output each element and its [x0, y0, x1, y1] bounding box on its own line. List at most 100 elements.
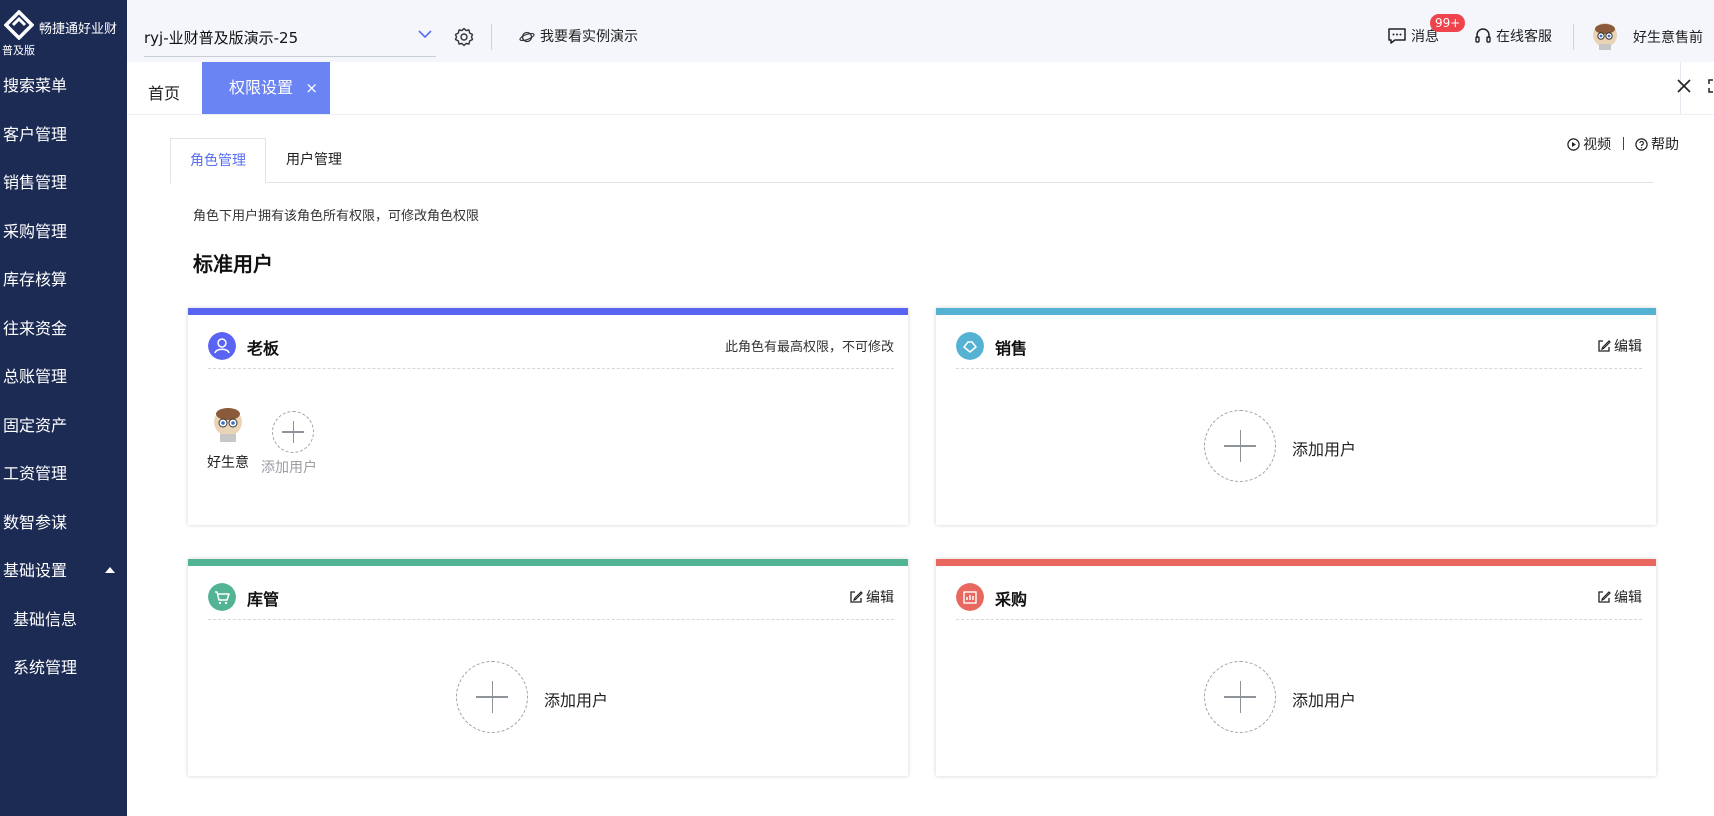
cart-role-icon	[208, 583, 236, 611]
add-user-label: 添加用户	[261, 460, 317, 476]
sales-role-icon	[956, 332, 984, 360]
video-link[interactable]: 视频	[1567, 137, 1615, 153]
role-note: 此角色有最高权限，不可修改	[724, 340, 894, 355]
role-description: 角色下用户拥有该角色所有权限，可修改角色权限	[193, 209, 480, 224]
online-service-button[interactable]: 在线客服	[1474, 26, 1552, 46]
sidebar-item-purchase[interactable]: 采购管理	[0, 212, 127, 261]
chart-role-icon	[956, 583, 984, 611]
divider	[1622, 137, 1624, 150]
demo-link[interactable]: 我要看实例演示	[519, 26, 638, 46]
gear-icon[interactable]	[454, 27, 474, 47]
sidebar-item-funds[interactable]: 往来资金	[0, 309, 127, 358]
video-label: 视频	[1583, 137, 1612, 153]
sidebar-subitem-system-management[interactable]: 系统管理	[0, 648, 127, 697]
sidebar-item-label: 库存核算	[3, 270, 68, 289]
role-name: 销售	[995, 339, 1028, 358]
sidebar-item-label: 系统管理	[13, 658, 78, 677]
add-user-label: 添加用户	[1292, 440, 1357, 459]
plus-icon	[272, 411, 314, 453]
edit-label: 编辑	[1614, 339, 1642, 355]
divider	[1573, 24, 1574, 50]
tab-close-icon[interactable]: ×	[305, 62, 318, 114]
question-circle-icon	[1635, 138, 1648, 151]
sidebar-item-customer[interactable]: 客户管理	[0, 115, 127, 164]
edit-role-button[interactable]: 编辑	[849, 587, 894, 607]
help-label: 帮助	[1651, 137, 1679, 153]
sidebar-item-basic-settings[interactable]: 基础设置	[0, 551, 127, 600]
chevron-up-icon	[105, 567, 115, 573]
subtab-bar: 角色管理 用户管理	[170, 138, 1654, 184]
sidebar-item-inventory[interactable]: 库存核算	[0, 260, 127, 309]
add-user-button[interactable]: 添加用户	[261, 411, 317, 477]
sidebar-item-label: 固定资产	[3, 415, 68, 435]
edit-icon	[850, 591, 863, 603]
section-title: 标准用户	[193, 252, 273, 276]
chevron-down-icon[interactable]	[418, 29, 432, 39]
sidebar-item-label: 往来资金	[3, 318, 68, 338]
role-card-warehouse: 库管 编辑 添加用户	[188, 559, 908, 776]
tab-role-management[interactable]: 角色管理	[170, 138, 266, 184]
sidebar-item-sales[interactable]: 销售管理	[0, 163, 127, 212]
tab-label: 权限设置	[229, 78, 294, 97]
sidebar-item-label: 基础设置	[3, 561, 68, 580]
sidebar-item-search-menu[interactable]: 搜索菜单	[0, 66, 127, 115]
online-service-label: 在线客服	[1496, 29, 1552, 45]
messages-button[interactable]: 消息	[1387, 26, 1439, 46]
company-selector[interactable]: ryj-业财普及版演示-25	[144, 20, 436, 57]
user-avatar[interactable]	[1591, 22, 1619, 50]
headset-icon	[1475, 28, 1491, 43]
sidebar: 畅捷通好业财 普及版 搜索菜单 客户管理 销售管理 采购管理 库存核算 往来资金…	[0, 0, 127, 816]
sidebar-item-label: 基础信息	[13, 609, 78, 629]
sidebar-item-label: 搜索菜单	[3, 76, 68, 95]
edit-icon	[1598, 591, 1611, 603]
user-name[interactable]: 好生意售前	[1633, 27, 1703, 47]
sidebar-item-label: 采购管理	[3, 221, 68, 241]
plus-icon	[1204, 661, 1276, 733]
sidebar-subitem-basic-info[interactable]: 基础信息	[0, 600, 127, 649]
sidebar-item-label: 总账管理	[3, 367, 68, 386]
edit-role-button[interactable]: 编辑	[1597, 336, 1642, 356]
role-card-boss: 老板 此角色有最高权限，不可修改 好生意 添加用户	[188, 308, 908, 525]
member-avatar	[214, 408, 242, 442]
role-card-purchase: 采购 编辑 添加用户	[936, 559, 1656, 776]
tab-permission-settings[interactable]: 权限设置 ×	[202, 62, 330, 114]
role-name: 采购	[995, 590, 1028, 609]
role-card-header: 销售 编辑	[956, 332, 1642, 369]
role-card-header: 老板 此角色有最高权限，不可修改	[208, 332, 894, 369]
message-icon	[1388, 28, 1406, 44]
role-name: 库管	[247, 590, 280, 609]
edit-label: 编辑	[1614, 590, 1642, 606]
member-item[interactable]: 好生意	[207, 406, 249, 472]
sidebar-item-label: 数智参谋	[3, 512, 68, 532]
role-card-header: 采购 编辑	[956, 583, 1642, 620]
sidebar-item-smart-advisor[interactable]: 数智参谋	[0, 503, 127, 552]
sidebar-item-label: 销售管理	[3, 173, 68, 192]
page-tab-strip: 首页 权限设置 ×	[127, 62, 1714, 115]
divider	[491, 24, 492, 50]
edit-role-button[interactable]: 编辑	[1597, 587, 1642, 607]
help-links: 视频 帮助	[1567, 134, 1679, 154]
help-link[interactable]: 帮助	[1631, 137, 1679, 153]
sidebar-item-label: 工资管理	[3, 464, 68, 483]
member-name: 好生意	[207, 455, 249, 471]
role-name: 老板	[247, 339, 280, 358]
sidebar-item-fixed-assets[interactable]: 固定资产	[0, 406, 127, 455]
message-count-badge: 99+	[1430, 14, 1466, 32]
add-user-label: 添加用户	[1292, 691, 1357, 710]
add-user-label: 添加用户	[544, 691, 609, 710]
chanjet-logo-icon	[4, 10, 34, 40]
brand-logo[interactable]: 畅捷通好业财 普及版	[2, 6, 127, 60]
fullscreen-icon[interactable]	[1706, 76, 1714, 96]
tab-user-management[interactable]: 用户管理	[267, 138, 361, 182]
close-all-tabs-icon[interactable]	[1674, 76, 1694, 96]
demo-label: 我要看实例演示	[540, 29, 638, 45]
main-content: 角色管理 用户管理 视频 帮助 角色下用户拥有该角色所有权限，可修改角色权限 标…	[127, 115, 1714, 816]
brand-name: 畅捷通好业财	[39, 22, 118, 37]
sidebar-menu: 搜索菜单 客户管理 销售管理 采购管理 库存核算 往来资金 总账管理 固定资产 …	[0, 66, 127, 697]
plus-icon	[456, 661, 528, 733]
top-bar: ryj-业财普及版演示-25 我要看实例演示 消息 99+ 在线客服 好生意售前	[127, 0, 1714, 63]
sidebar-item-ledger[interactable]: 总账管理	[0, 357, 127, 406]
sidebar-item-payroll[interactable]: 工资管理	[0, 454, 127, 503]
tab-home[interactable]: 首页	[148, 80, 180, 104]
planet-icon	[519, 31, 535, 43]
